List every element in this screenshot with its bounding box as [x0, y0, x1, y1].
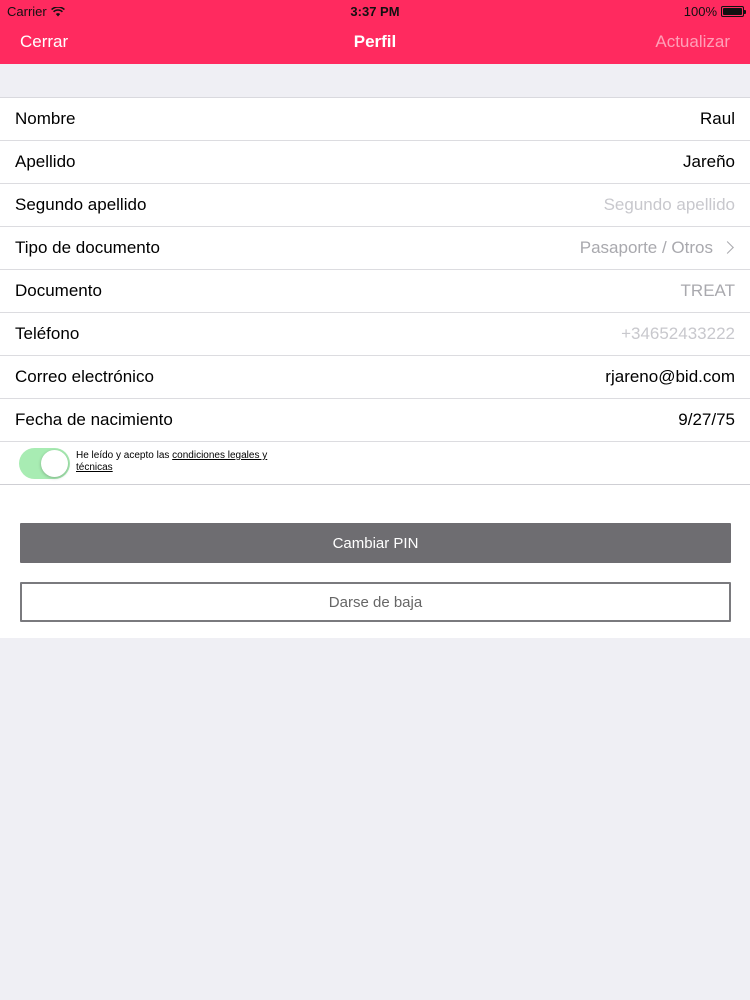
- field-label: Documento: [15, 281, 102, 300]
- field-documento[interactable]: Documento TREAT: [0, 270, 750, 313]
- unsubscribe-button[interactable]: Darse de baja: [20, 582, 731, 622]
- status-battery: 100%: [683, 4, 746, 19]
- apellido-value[interactable]: Jareño: [683, 152, 735, 172]
- field-label: Fecha de nacimiento: [15, 410, 173, 429]
- tipo-documento-select[interactable]: Pasaporte / Otros: [580, 238, 735, 258]
- field-telefono[interactable]: Teléfono +34652433222: [0, 313, 750, 356]
- documento-value[interactable]: TREAT: [681, 281, 735, 301]
- field-label: Apellido: [15, 152, 76, 171]
- correo-value[interactable]: rjareno@bid.com: [605, 367, 735, 387]
- legal-consent-row: He leído y acepto las condiciones legale…: [0, 442, 750, 485]
- status-time: 3:37 PM: [350, 4, 400, 19]
- tipo-documento-value: Pasaporte / Otros: [579, 238, 713, 257]
- field-tipo-documento[interactable]: Tipo de documento Pasaporte / Otros: [0, 227, 750, 270]
- field-label: Correo electrónico: [15, 367, 154, 386]
- field-segundo-apellido[interactable]: Segundo apellido Segundo apellido: [0, 184, 750, 227]
- battery-icon: [721, 6, 746, 17]
- toggle-knob: [41, 449, 68, 477]
- actions-area: Cambiar PIN Darse de baja: [0, 485, 750, 638]
- legal-prefix: He leído y acepto las: [76, 450, 173, 461]
- battery-percent: 100%: [683, 4, 717, 19]
- chevron-right-icon: [721, 241, 734, 254]
- change-pin-button[interactable]: Cambiar PIN: [20, 523, 731, 563]
- header: Carrier 3:37 PM 100% Cerrar Perfil Actua…: [0, 0, 750, 64]
- profile-form: Nombre Raul Apellido Jareño Segundo apel…: [0, 97, 750, 638]
- status-bar: Carrier 3:37 PM 100%: [0, 0, 750, 22]
- field-apellido[interactable]: Apellido Jareño: [0, 141, 750, 184]
- nombre-value[interactable]: Raul: [700, 109, 735, 129]
- field-fecha-nacimiento[interactable]: Fecha de nacimiento 9/27/75: [0, 399, 750, 442]
- legal-consent-text: He leído y acepto las condiciones legale…: [76, 450, 276, 474]
- update-button[interactable]: Actualizar: [655, 32, 730, 52]
- segundo-apellido-input[interactable]: Segundo apellido: [604, 195, 735, 215]
- field-label: Nombre: [15, 109, 76, 128]
- field-label: Tipo de documento: [15, 238, 160, 257]
- legal-consent-toggle[interactable]: [19, 447, 70, 479]
- fecha-nacimiento-value[interactable]: 9/27/75: [678, 410, 735, 430]
- page-title: Perfil: [353, 32, 397, 51]
- field-label: Teléfono: [15, 324, 80, 343]
- nav-bar: Cerrar Perfil Actualizar: [0, 22, 750, 64]
- field-label: Segundo apellido: [15, 195, 147, 214]
- field-correo[interactable]: Correo electrónico rjareno@bid.com: [0, 356, 750, 399]
- field-nombre[interactable]: Nombre Raul: [0, 98, 750, 141]
- telefono-input[interactable]: +34652433222: [621, 324, 735, 344]
